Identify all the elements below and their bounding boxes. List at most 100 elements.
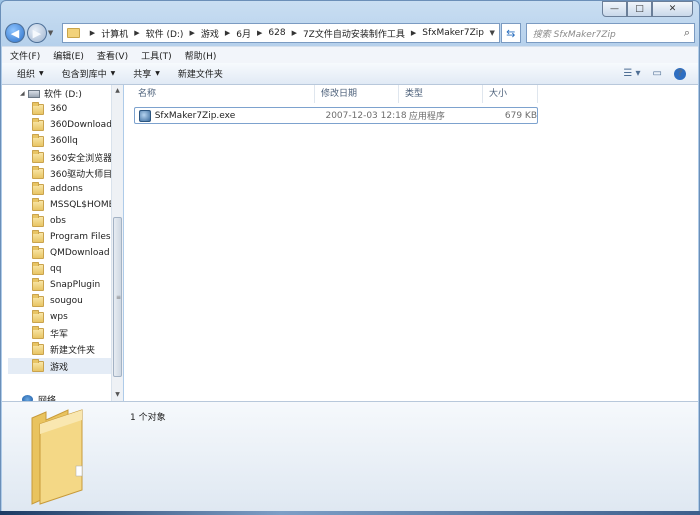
sidebar-item-folder[interactable]: MSSQL$HOME [32, 197, 122, 213]
scroll-thumb[interactable]: ≡ [113, 217, 122, 377]
item-count: 1 个对象 [130, 413, 166, 423]
new-folder-label: 新建文件夹 [177, 70, 223, 80]
sidebar-item-folder[interactable]: 新建文件夹 [32, 341, 122, 357]
sidebar-item-label: SnapPlugin [50, 280, 101, 290]
folder-icon [32, 245, 44, 259]
application-icon [139, 109, 151, 122]
sidebar-item-folder[interactable]: 360Downloads [32, 117, 122, 133]
maximize-button[interactable]: □ [627, 1, 652, 17]
collapse-triangle-icon[interactable]: ◢ [20, 90, 25, 97]
sidebar-item-folder[interactable]: wps [32, 309, 122, 325]
view-controls: ☰ ▾ ▭ ? [611, 67, 686, 80]
folder-icon [32, 277, 44, 291]
breadcrumb-item[interactable]: 7Z文件自动安装制作工具 [303, 27, 405, 40]
chevron-right-icon[interactable]: ▶ [90, 29, 95, 37]
sidebar-item-folder[interactable]: Program Files ( [32, 229, 122, 245]
menu-help[interactable]: 帮助(H) [185, 49, 217, 62]
search-icon[interactable]: ⌕ [684, 26, 690, 40]
sidebar-item-folder[interactable]: QMDownload [32, 245, 122, 261]
sidebar-item-folder[interactable]: 华军 [32, 325, 122, 341]
recent-pages-dropdown[interactable]: ▼ [48, 29, 58, 37]
command-bar: 组织 ▼ 包含到库中 ▼ 共享 ▼ 新建文件夹 ☰ ▾ ▭ ? [2, 63, 698, 85]
sidebar-item-label: obs [50, 216, 66, 226]
column-headers: 名称 修改日期 类型 大小 [132, 85, 538, 103]
share-label: 共享 [133, 70, 152, 80]
scroll-down-icon[interactable]: ▼ [112, 389, 123, 401]
menu-edit[interactable]: 编辑(E) [53, 49, 84, 62]
organize-button[interactable]: 组织 ▼ [17, 67, 44, 80]
sidebar-item-folder[interactable]: 360llq [32, 133, 122, 149]
details-pane: 1 个对象 [2, 401, 698, 511]
forward-button[interactable]: ▶ [26, 23, 47, 43]
view-options-icon[interactable]: ☰ ▾ [623, 68, 640, 79]
address-bar[interactable]: ▶ 计算机 ▶ 软件 (D:) ▶ 游戏 ▶ 6月 ▶ 628 ▶ 7Z文件自动… [61, 23, 500, 43]
search-input[interactable]: 搜索 SfxMaker7Zip ⌕ [525, 23, 696, 43]
file-name: SfxMaker7Zip.exe [154, 110, 236, 121]
minimize-button[interactable]: — [602, 1, 627, 17]
folder-icon [32, 261, 44, 275]
sidebar-item-folder[interactable]: qq [32, 261, 122, 277]
new-folder-button[interactable]: 新建文件夹 [178, 67, 223, 80]
navigation-bar: ◀ ▶ ▼ ▶ 计算机 ▶ 软件 (D:) ▶ 游戏 ▶ 6月 ▶ 628 ▶ … [5, 22, 696, 44]
breadcrumb-item[interactable]: SfxMaker7Zip [422, 28, 484, 38]
sidebar-item-folder[interactable]: obs [32, 213, 122, 229]
sidebar-item-folder[interactable]: 360驱动大师目录 [32, 165, 122, 181]
folder-icon [32, 213, 44, 227]
breadcrumb-item[interactable]: 6月 [236, 27, 251, 40]
sidebar-item-folder[interactable]: sougou [32, 293, 122, 309]
chevron-down-icon[interactable]: ▼ [489, 29, 494, 37]
sidebar-item-label: 360 [50, 104, 68, 114]
include-in-library-button[interactable]: 包含到库中 ▼ [62, 67, 116, 80]
chevron-right-icon[interactable]: ▶ [189, 29, 194, 37]
column-header-type[interactable]: 类型 [399, 85, 483, 103]
navigation-scrollbar[interactable]: ▲ ≡ ▼ [111, 85, 123, 401]
column-header-name[interactable]: 名称 [132, 85, 315, 103]
sidebar-item-selected[interactable]: 游戏 [8, 358, 117, 374]
breadcrumb-item[interactable]: 628 [268, 28, 285, 38]
sidebar-item-label: 新建文件夹 [50, 345, 96, 356]
back-button[interactable]: ◀ [5, 23, 25, 43]
chevron-right-icon[interactable]: ▶ [292, 29, 297, 37]
folder-icon [32, 197, 44, 211]
caption-buttons: — □ ✕ [602, 1, 693, 17]
organize-label: 组织 [17, 70, 36, 80]
help-icon[interactable]: ? [674, 67, 686, 80]
folder-icon [32, 181, 44, 195]
explorer-window: — □ ✕ ◀ ▶ ▼ ▶ 计算机 ▶ 软件 (D:) ▶ 游戏 ▶ 6月 ▶ … [0, 0, 700, 515]
chevron-down-icon: ▼ [39, 70, 44, 77]
share-button[interactable]: 共享 ▼ [133, 67, 160, 80]
breadcrumb: ▶ 计算机 ▶ 软件 (D:) ▶ 游戏 ▶ 6月 ▶ 628 ▶ 7Z文件自动… [84, 27, 484, 40]
include-in-library-label: 包含到库中 [61, 70, 107, 80]
sidebar-item-drive-d[interactable]: ◢ 软件 (D:) [20, 87, 82, 100]
folder-icon [32, 117, 44, 131]
sidebar-item-label: 华军 [50, 329, 69, 340]
chevron-right-icon[interactable]: ▶ [257, 29, 262, 37]
sidebar-item-folder[interactable]: SnapPlugin [32, 277, 122, 293]
close-button[interactable]: ✕ [652, 1, 693, 17]
folder-icon [32, 165, 44, 179]
taskbar-edge [0, 511, 700, 515]
scroll-up-icon[interactable]: ▲ [112, 85, 123, 97]
sidebar-item-label: 360Downloads [50, 120, 117, 130]
refresh-button[interactable]: ⇆ [500, 23, 521, 43]
menu-tools[interactable]: 工具(T) [141, 49, 172, 62]
sidebar-item-network[interactable]: 网络 [22, 393, 56, 401]
sidebar-item-folder[interactable]: addons [32, 181, 122, 197]
preview-pane-icon[interactable]: ▭ [653, 68, 662, 79]
sidebar-item-label: Program Files ( [50, 232, 117, 242]
breadcrumb-item[interactable]: 软件 (D:) [146, 27, 184, 40]
column-header-size[interactable]: 大小 [483, 85, 538, 103]
chevron-right-icon[interactable]: ▶ [134, 29, 139, 37]
sidebar-item-folder[interactable]: 360 [32, 101, 122, 117]
column-header-date[interactable]: 修改日期 [315, 85, 399, 103]
menu-file[interactable]: 文件(F) [10, 49, 40, 62]
breadcrumb-item[interactable]: 计算机 [101, 27, 128, 40]
chevron-right-icon[interactable]: ▶ [411, 29, 416, 37]
chevron-right-icon[interactable]: ▶ [225, 29, 230, 37]
drive-icon [28, 89, 40, 98]
file-row[interactable]: SfxMaker7Zip.exe 2007-12-03 12:18 应用程序 6… [134, 107, 538, 124]
breadcrumb-item[interactable]: 游戏 [201, 27, 219, 40]
folder-icon [32, 101, 44, 115]
menu-view[interactable]: 查看(V) [97, 49, 128, 62]
sidebar-item-folder[interactable]: 360安全浏览器下 [32, 149, 122, 165]
